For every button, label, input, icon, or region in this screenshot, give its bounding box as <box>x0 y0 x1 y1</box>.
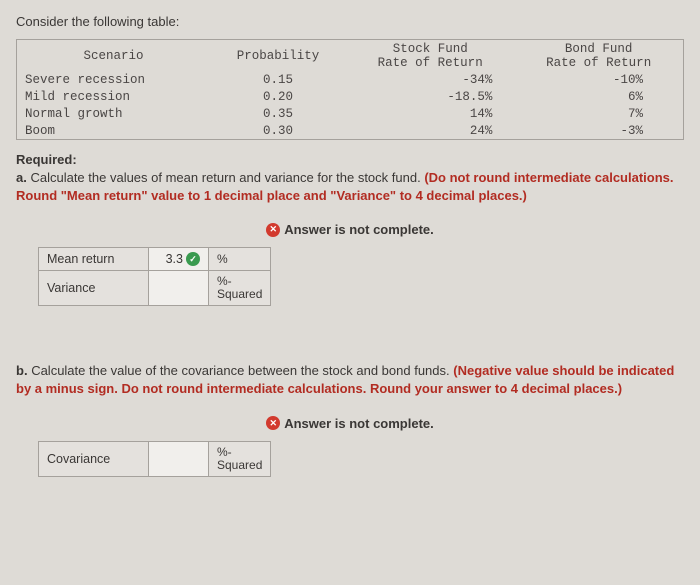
answer-table-b: Covariance %- Squared <box>38 441 271 477</box>
answer-status: Answer is not complete. <box>284 222 434 237</box>
variance-value[interactable] <box>149 271 209 306</box>
check-icon: ✓ <box>186 252 200 266</box>
part-b-text: b. Calculate the value of the covariance… <box>16 362 684 397</box>
scenario-table: Scenario Probability Stock Fund Rate of … <box>16 39 684 140</box>
col-bond: Bond Fund Rate of Return <box>514 40 683 72</box>
variance-unit: %- Squared <box>209 271 271 306</box>
col-probability: Probability <box>210 40 346 72</box>
part-a-text: a. Calculate the values of mean return a… <box>16 169 684 204</box>
col-stock: Stock Fund Rate of Return <box>346 40 514 72</box>
covariance-label: Covariance <box>39 441 149 476</box>
covariance-value[interactable] <box>149 441 209 476</box>
table-row: Mean return 3.3 ✓ % <box>39 248 271 271</box>
col-scenario: Scenario <box>17 40 211 72</box>
mean-return-value[interactable]: 3.3 ✓ <box>149 248 209 271</box>
table-row: Covariance %- Squared <box>39 441 271 476</box>
answer-status: Answer is not complete. <box>284 416 434 431</box>
table-row: Severe recession 0.15 -34% -10% <box>17 71 684 88</box>
answer-table-a: Mean return 3.3 ✓ % Variance %- Squared <box>38 247 271 306</box>
required-label: Required: <box>16 152 684 167</box>
covariance-unit: %- Squared <box>209 441 271 476</box>
x-icon: ✕ <box>266 416 280 430</box>
intro-text: Consider the following table: <box>16 14 684 29</box>
mean-return-label: Mean return <box>39 248 149 271</box>
x-icon: ✕ <box>266 223 280 237</box>
table-row: Boom 0.30 24% -3% <box>17 122 684 140</box>
table-row: Variance %- Squared <box>39 271 271 306</box>
mean-return-unit: % <box>209 248 271 271</box>
variance-label: Variance <box>39 271 149 306</box>
table-row: Normal growth 0.35 14% 7% <box>17 105 684 122</box>
table-row: Mild recession 0.20 -18.5% 6% <box>17 88 684 105</box>
